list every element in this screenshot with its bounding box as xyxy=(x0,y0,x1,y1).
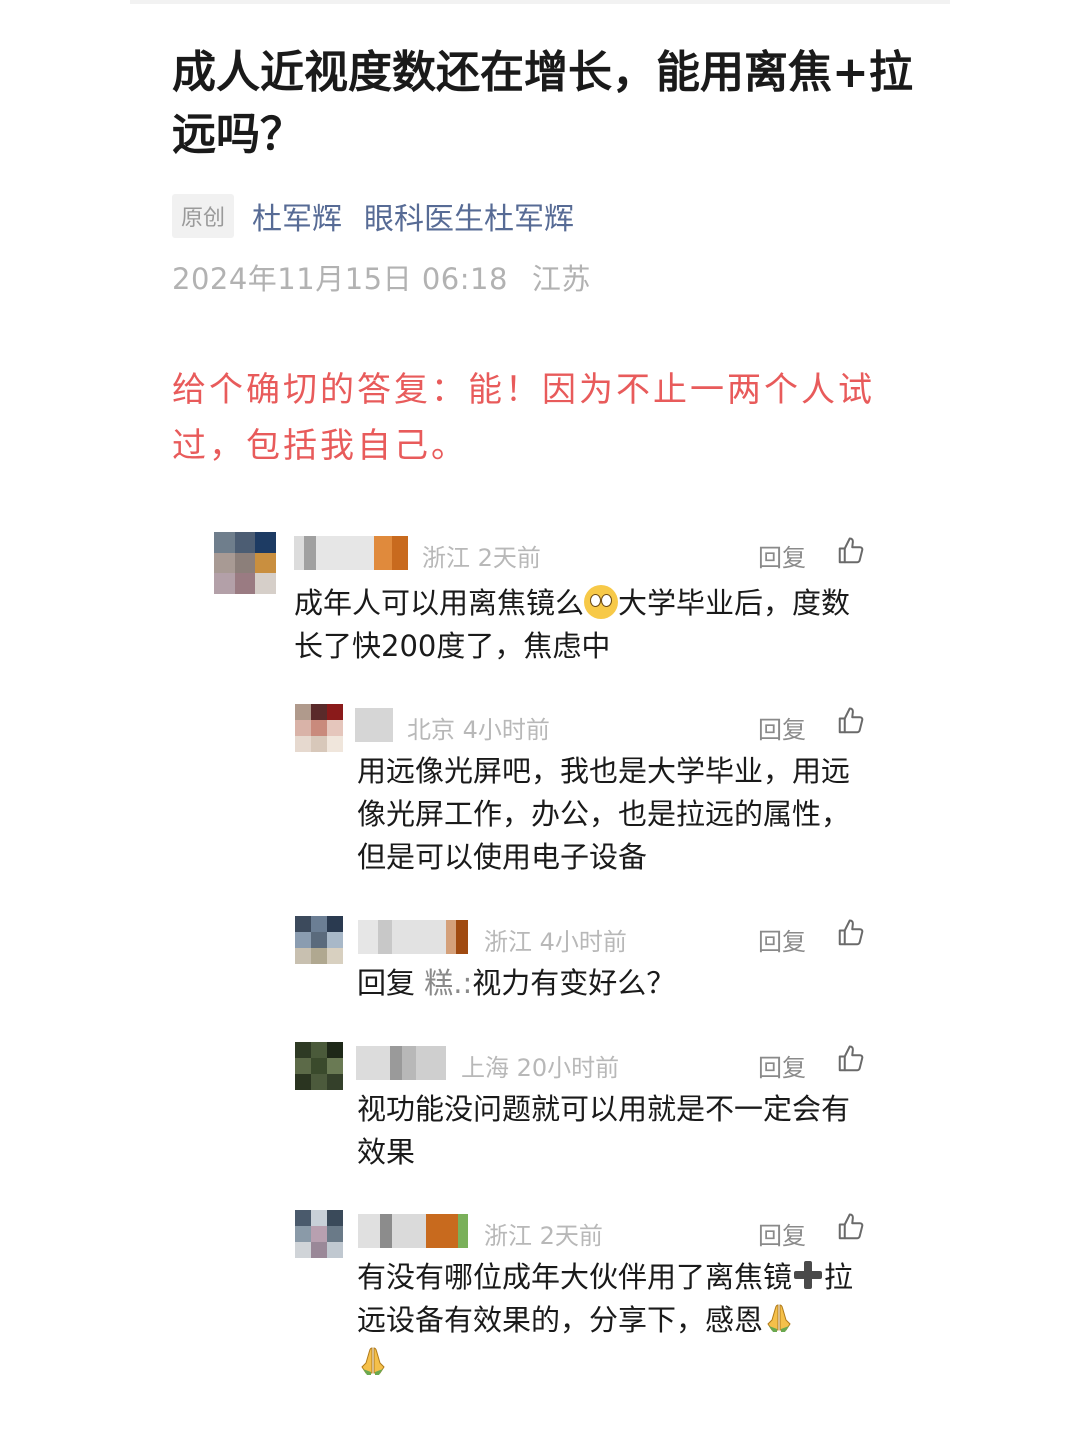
comment-text: 视功能没问题就可以用就是不一定会有效果 xyxy=(357,1092,851,1169)
article-title: 成人近视度数还在增长，能用离焦+拉远吗？ xyxy=(172,47,913,160)
blurred-username[interactable] xyxy=(356,1046,446,1080)
avatar[interactable] xyxy=(295,916,343,964)
grimace-face-icon xyxy=(584,585,619,619)
comment-text: 有没有哪位成年大伙伴用了离焦镜 拉远设备有效果的，分享下，感恩 xyxy=(357,1256,857,1385)
blurred-username[interactable] xyxy=(358,920,468,954)
reply-button[interactable]: 回复 xyxy=(758,710,806,745)
folded-hands-icon xyxy=(361,1347,385,1375)
blurred-username[interactable] xyxy=(355,708,393,742)
thumbs-up-icon[interactable] xyxy=(836,706,866,736)
comment-text: 成年人可以用离焦镜么 大学毕业后，度数长了快200度了，焦虑中 xyxy=(294,585,851,663)
reply-button[interactable]: 回复 xyxy=(758,1216,806,1251)
reply-item: 浙江 2天前 回复 有没有哪位成年大伙伴用了离焦镜 拉远设备有效果的，分享下，感恩 xyxy=(295,1210,875,1390)
blurred-username[interactable] xyxy=(294,536,408,570)
comment-region-time: 北京 4小时前 xyxy=(407,716,550,744)
blurred-username[interactable] xyxy=(358,1214,468,1248)
reply-button[interactable]: 回复 xyxy=(758,922,806,957)
comment-text: 回复 糕.:视力有变好么？ xyxy=(357,966,676,1000)
comment-region-time: 浙江 4小时前 xyxy=(484,928,627,956)
avatar[interactable] xyxy=(295,1042,343,1090)
folded-hands-icon xyxy=(767,1304,791,1332)
thumbs-up-icon[interactable] xyxy=(836,918,866,948)
reply-target-name[interactable]: 糕.: xyxy=(424,966,472,1000)
comment-text: 用远像光屏吧，我也是大学毕业，用远像光屏工作，办公，也是拉远的属性，但是可以使用… xyxy=(357,754,851,874)
reply-button[interactable]: 回复 xyxy=(758,1048,806,1083)
publish-date: 2024年11月15日 06:18 xyxy=(172,262,508,296)
avatar[interactable] xyxy=(214,532,276,594)
author-link[interactable]: 杜军辉 xyxy=(252,194,342,238)
avatar[interactable] xyxy=(295,1210,343,1258)
thumbs-up-icon[interactable] xyxy=(836,1212,866,1242)
account-link[interactable]: 眼科医生杜军辉 xyxy=(364,194,574,238)
reply-item: 上海 20小时前 回复 视功能没问题就可以用就是不一定会有效果 xyxy=(295,1042,875,1182)
reply-button[interactable]: 回复 xyxy=(758,538,806,573)
thumbs-up-icon[interactable] xyxy=(836,536,866,566)
top-divider xyxy=(130,0,950,4)
thumbs-up-icon[interactable] xyxy=(836,1044,866,1074)
comment-item: 浙江 2天前 回复 成年人可以用离焦镜么 大学毕业后，度数长了快200度了，焦虑中 xyxy=(214,532,874,672)
original-tag: 原创 xyxy=(172,194,235,238)
publish-info: 2024年11月15日 06:18 江苏 xyxy=(172,256,615,298)
avatar[interactable] xyxy=(295,704,343,752)
reply-item: 浙江 4小时前 回复 回复 糕.:视力有变好么？ xyxy=(295,916,875,1016)
article-meta: 原创 杜军辉 眼科医生杜军辉 xyxy=(172,194,596,238)
publish-location: 江苏 xyxy=(531,262,591,296)
comment-region-time: 上海 20小时前 xyxy=(461,1054,620,1082)
heavy-plus-icon xyxy=(792,1259,824,1291)
highlighted-answer: 给个确切的答复：能！因为不止一两个人试过，包括我自己。 xyxy=(172,370,875,466)
reply-item: 北京 4小时前 回复 用远像光屏吧，我也是大学毕业，用远像光屏工作，办公，也是拉… xyxy=(295,704,875,884)
comment-region-time: 浙江 2天前 xyxy=(484,1222,603,1250)
comment-region-time: 浙江 2天前 xyxy=(422,544,541,572)
